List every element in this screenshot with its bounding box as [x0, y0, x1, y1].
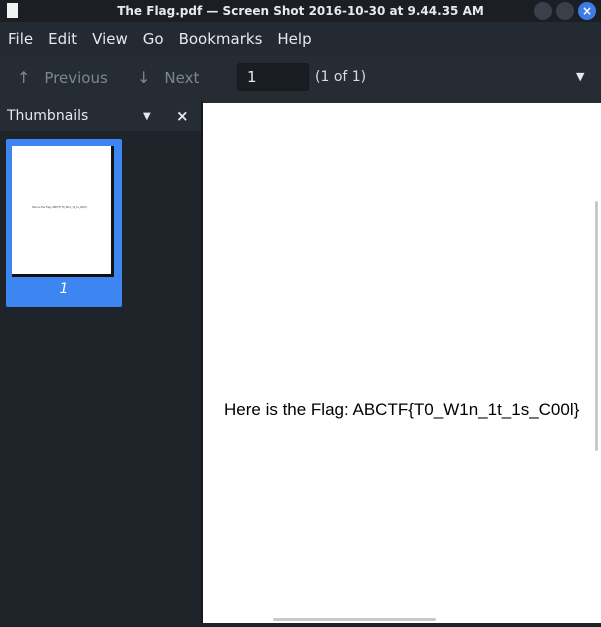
thumbnail-text: Here is the Flag: ABCTF{T0_W1n_1t_1s_C00…	[32, 206, 87, 209]
thumbnail-label: 1	[59, 281, 69, 297]
close-button[interactable]: ×	[578, 2, 596, 20]
sidebar-title: Thumbnails	[7, 108, 89, 124]
next-button[interactable]: ↓ Next	[137, 68, 199, 87]
document-text: Here is the Flag: ABCTF{T0_W1n_1t_1s_C00…	[224, 400, 580, 419]
horizontal-scrollbar[interactable]	[273, 618, 436, 621]
page-count: (1 of 1)	[315, 69, 367, 85]
app-icon	[7, 3, 18, 18]
menu-bookmarks[interactable]: Bookmarks	[179, 30, 263, 48]
sidebar-close-icon[interactable]: ×	[176, 107, 189, 125]
menu-bar: File Edit View Go Bookmarks Help	[0, 22, 601, 56]
toolbar: ↑ Previous ↓ Next 1 (1 of 1) ▼	[0, 56, 601, 101]
arrow-down-icon: ↓	[137, 68, 151, 87]
previous-label: Previous	[44, 68, 108, 87]
sidebar: Thumbnails ▼ × Here is the Flag: ABCTF{T…	[0, 101, 201, 627]
menu-go[interactable]: Go	[143, 30, 164, 48]
minimize-button[interactable]	[534, 2, 552, 20]
sidebar-header: Thumbnails ▼ ×	[0, 101, 201, 131]
vertical-scrollbar[interactable]	[595, 201, 598, 451]
menu-edit[interactable]: Edit	[48, 30, 77, 48]
next-label: Next	[164, 68, 200, 87]
menu-file[interactable]: File	[8, 30, 33, 48]
bottom-edge	[0, 623, 601, 627]
thumbnail-item[interactable]: Here is the Flag: ABCTF{T0_W1n_1t_1s_C00…	[6, 139, 122, 307]
window-controls: ×	[534, 2, 596, 20]
previous-button[interactable]: ↑ Previous	[17, 68, 108, 87]
pdf-page: Here is the Flag: ABCTF{T0_W1n_1t_1s_C00…	[203, 103, 601, 624]
chevron-down-icon[interactable]: ▼	[576, 70, 584, 83]
menu-view[interactable]: View	[92, 30, 128, 48]
page-number-input[interactable]: 1	[237, 63, 309, 91]
arrow-up-icon: ↑	[17, 68, 31, 87]
thumbnail-page: Here is the Flag: ABCTF{T0_W1n_1t_1s_C00…	[12, 146, 114, 277]
document-viewer: Here is the Flag: ABCTF{T0_W1n_1t_1s_C00…	[203, 101, 601, 627]
menu-help[interactable]: Help	[277, 30, 311, 48]
sidebar-dropdown-icon[interactable]: ▼	[143, 111, 151, 122]
title-bar: The Flag.pdf — Screen Shot 2016-10-30 at…	[0, 0, 601, 22]
window-title: The Flag.pdf — Screen Shot 2016-10-30 at…	[117, 4, 484, 18]
maximize-button[interactable]	[556, 2, 574, 20]
close-icon: ×	[581, 4, 593, 18]
